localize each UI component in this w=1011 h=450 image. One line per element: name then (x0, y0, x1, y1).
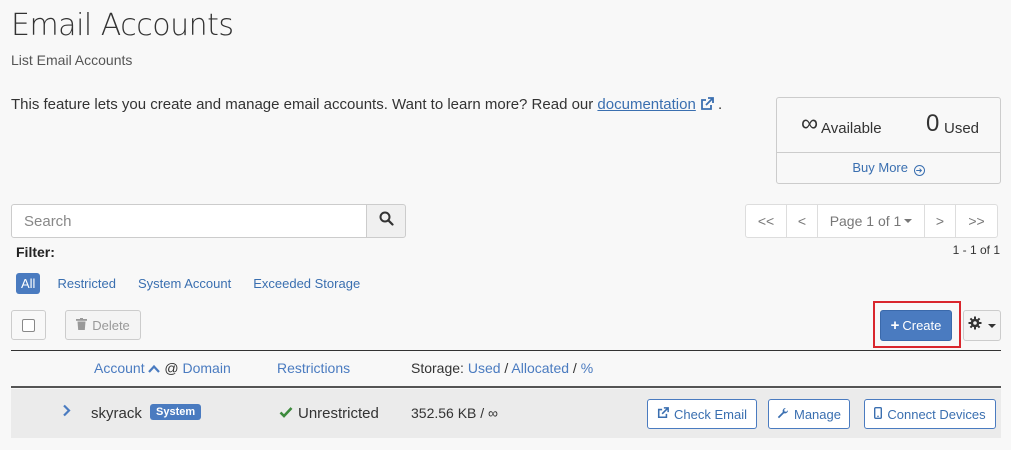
external-link-icon[interactable] (700, 97, 714, 115)
settings-dropdown-button[interactable] (963, 310, 1001, 341)
search-input[interactable] (11, 204, 367, 238)
sort-used-link[interactable]: Used (468, 360, 501, 376)
sort-allocated-link[interactable]: Allocated (511, 360, 569, 376)
manage-label: Manage (794, 406, 841, 422)
page-title: Email Accounts (11, 8, 234, 43)
sort-account-link[interactable]: Account (94, 360, 145, 376)
filter-system-account[interactable]: System Account (133, 273, 236, 294)
table-header-divider (11, 386, 1001, 388)
restriction-label: Unrestricted (298, 405, 379, 422)
sort-asc-icon (148, 360, 161, 376)
filter-options: All Restricted System Account Exceeded S… (16, 273, 377, 294)
search-icon (379, 211, 394, 231)
mobile-icon (874, 406, 883, 422)
plus-icon: + (890, 317, 900, 334)
delete-button[interactable]: Delete (65, 310, 141, 340)
used-value: 0 (926, 110, 940, 137)
search-button[interactable] (366, 204, 406, 238)
sort-restrictions-link[interactable]: Restrictions (277, 360, 350, 376)
storage-usage: 352.56 KB / ∞ (411, 405, 499, 421)
account-name: skyrack (91, 405, 142, 422)
filter-all[interactable]: All (16, 273, 41, 294)
gear-icon (968, 316, 982, 335)
storage-header: Storage: Used / Allocated / % (411, 360, 593, 376)
check-email-button[interactable]: Check Email (647, 399, 757, 429)
caret-down-icon (988, 323, 996, 328)
intro-description: This feature lets you create and manage … (11, 96, 598, 113)
storage-separator: / (572, 360, 577, 376)
select-all-checkbox-wrapper (11, 310, 46, 340)
buy-more-link[interactable]: Buy More ➔ (777, 160, 1000, 176)
used-label: Used (944, 120, 980, 137)
check-icon (279, 405, 293, 422)
intro-text: This feature lets you create and manage … (11, 96, 722, 115)
caret-down-icon (904, 219, 913, 223)
system-badge: System (150, 404, 202, 420)
account-domain-header: Account @ Domain (94, 360, 231, 376)
next-page-button[interactable]: > (924, 204, 956, 238)
manage-button[interactable]: Manage (768, 399, 850, 429)
create-label: Create (902, 318, 942, 333)
available-value: ∞ (801, 110, 819, 137)
buy-more-label: Buy More (852, 160, 908, 175)
last-page-button[interactable]: >> (955, 204, 998, 238)
storage-prefix: Storage: (411, 360, 464, 376)
page-label: Page 1 of 1 (829, 213, 902, 229)
intro-suffix: . (718, 96, 723, 113)
arrow-circle-right-icon: ➔ (913, 165, 925, 176)
filter-label: Filter: (16, 244, 55, 260)
at-sign: @ (164, 360, 179, 376)
trash-icon (76, 317, 88, 333)
pagination: << < Page 1 of 1 > >> (745, 204, 998, 238)
documentation-link[interactable]: documentation (597, 96, 695, 113)
connect-devices-button[interactable]: Connect Devices (864, 399, 996, 429)
filter-restricted[interactable]: Restricted (52, 273, 121, 294)
check-email-label: Check Email (674, 406, 747, 422)
select-all-checkbox[interactable] (22, 318, 35, 332)
first-page-button[interactable]: << (745, 204, 787, 238)
sort-domain-link[interactable]: Domain (182, 360, 230, 376)
quota-panel: ∞ Available 0 Used Buy More ➔ (776, 97, 1001, 184)
chevron-right-icon[interactable] (62, 404, 71, 422)
storage-separator: / (504, 360, 509, 376)
sort-percent-link[interactable]: % (581, 360, 593, 376)
results-range: 1 - 1 of 1 (952, 243, 1000, 257)
delete-label: Delete (92, 317, 130, 333)
external-link-icon (657, 406, 669, 422)
restriction-status: Unrestricted (279, 405, 379, 422)
connect-devices-label: Connect Devices (887, 406, 986, 422)
wrench-icon (777, 407, 789, 422)
table-divider (11, 350, 1001, 351)
page-select[interactable]: Page 1 of 1 (817, 204, 925, 238)
create-button[interactable]: + Create (880, 310, 952, 341)
page-subtitle: List Email Accounts (11, 52, 133, 68)
prev-page-button[interactable]: < (786, 204, 818, 238)
filter-exceeded-storage[interactable]: Exceeded Storage (248, 273, 365, 294)
available-label: Available (821, 120, 882, 137)
